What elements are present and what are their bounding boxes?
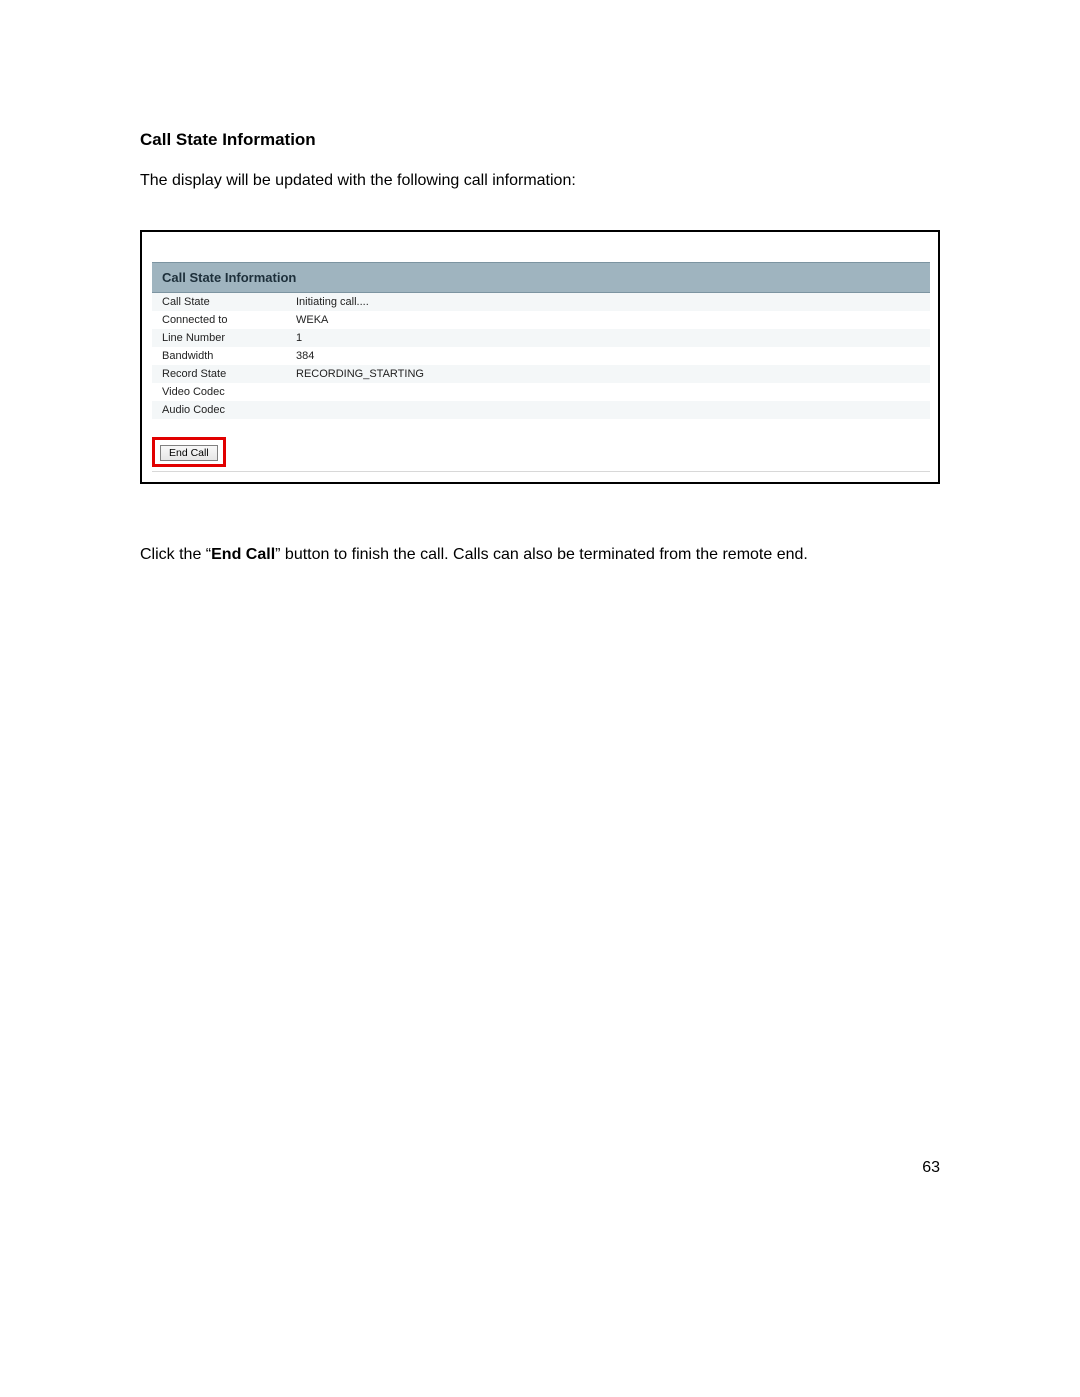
row-label: Bandwidth [152, 347, 286, 365]
table-row: Audio Codec [152, 401, 930, 419]
table-row: Call State Initiating call.... [152, 293, 930, 311]
row-value: 1 [286, 329, 930, 347]
row-value: WEKA [286, 311, 930, 329]
row-label: Record State [152, 365, 286, 383]
button-row: End Call [152, 437, 930, 472]
section-heading: Call State Information [140, 130, 940, 150]
closing-pre: Click the “ [140, 546, 211, 563]
row-label: Connected to [152, 311, 286, 329]
row-value: 384 [286, 347, 930, 365]
row-label: Video Codec [152, 383, 286, 401]
table-row: Connected to WEKA [152, 311, 930, 329]
table-row: Line Number 1 [152, 329, 930, 347]
page-number: 63 [922, 1159, 940, 1177]
table-row: Video Codec [152, 383, 930, 401]
closing-post: ” button to finish the call. Calls can a… [275, 546, 808, 563]
highlight-box: End Call [152, 437, 226, 467]
screenshot-frame: Call State Information Call State Initia… [140, 230, 940, 484]
row-label: Line Number [152, 329, 286, 347]
row-value [286, 383, 930, 401]
row-value: RECORDING_STARTING [286, 365, 930, 383]
row-value: Initiating call.... [286, 293, 930, 311]
panel-title: Call State Information [152, 262, 930, 293]
closing-paragraph: Click the “End Call” button to finish th… [140, 546, 940, 564]
table-row: Record State RECORDING_STARTING [152, 365, 930, 383]
row-label: Call State [152, 293, 286, 311]
intro-paragraph: The display will be updated with the fol… [140, 172, 940, 190]
closing-bold: End Call [211, 546, 275, 563]
row-value [286, 401, 930, 419]
call-state-table: Call State Initiating call.... Connected… [152, 293, 930, 419]
table-row: Bandwidth 384 [152, 347, 930, 365]
end-call-button[interactable]: End Call [160, 445, 218, 461]
row-label: Audio Codec [152, 401, 286, 419]
